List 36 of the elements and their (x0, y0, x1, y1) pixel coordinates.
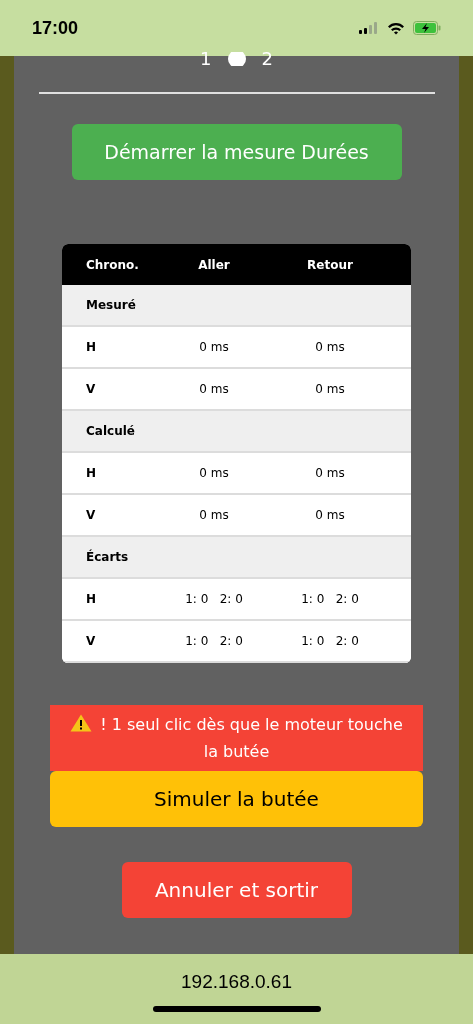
warning-text: ! 1 seul clic dès que le moteur touche la butée (100, 715, 403, 761)
warning-icon (70, 714, 93, 732)
row-label: V (85, 381, 97, 398)
table-cell-text: 0 ms (314, 381, 346, 398)
home-indicator[interactable] (152, 1005, 321, 1012)
battery-charging-icon (413, 21, 441, 35)
section-label: Calculé (86, 423, 135, 440)
cancel-button[interactable]: Annuler et sortir (121, 862, 352, 918)
address-text: 192.168.0.61 (181, 970, 292, 994)
table-cell-text: 0 ms (198, 381, 230, 398)
row-label: V (85, 633, 97, 650)
simulate-button[interactable]: Simuler la butée (50, 771, 423, 827)
signal-icon (359, 22, 379, 34)
column-header: Retour (306, 256, 354, 274)
section-label: Écarts (86, 548, 129, 566)
table-cell-text: 1: 0 2: 0 (300, 633, 360, 650)
row-label: H (85, 339, 98, 356)
table-cell-text: 1: 0 2: 0 (300, 591, 360, 608)
table-cell-text: 0 ms (198, 465, 230, 482)
status-time: 17:00 (32, 16, 79, 40)
row-label: V (85, 507, 97, 524)
table-cell-text: 0 ms (314, 507, 346, 524)
row-label: H (85, 465, 98, 482)
switch-knob[interactable] (227, 52, 246, 66)
start-button[interactable]: Démarrer la mesure Durées (71, 124, 402, 180)
wifi-icon (387, 21, 405, 35)
column-header: Chrono. (85, 256, 140, 274)
table-cell-text: 0 ms (198, 507, 230, 524)
table-cell-text: 0 ms (314, 339, 346, 356)
table-cell-text: 0 ms (314, 465, 346, 482)
column-header: Aller (197, 256, 231, 274)
table-cell-text: 0 ms (198, 339, 230, 356)
table-cell-text: 1: 0 2: 0 (184, 591, 244, 608)
table-cell-text: 1: 0 2: 0 (184, 633, 244, 650)
row-label: H (85, 591, 98, 608)
section-label: Mesuré (86, 297, 136, 314)
